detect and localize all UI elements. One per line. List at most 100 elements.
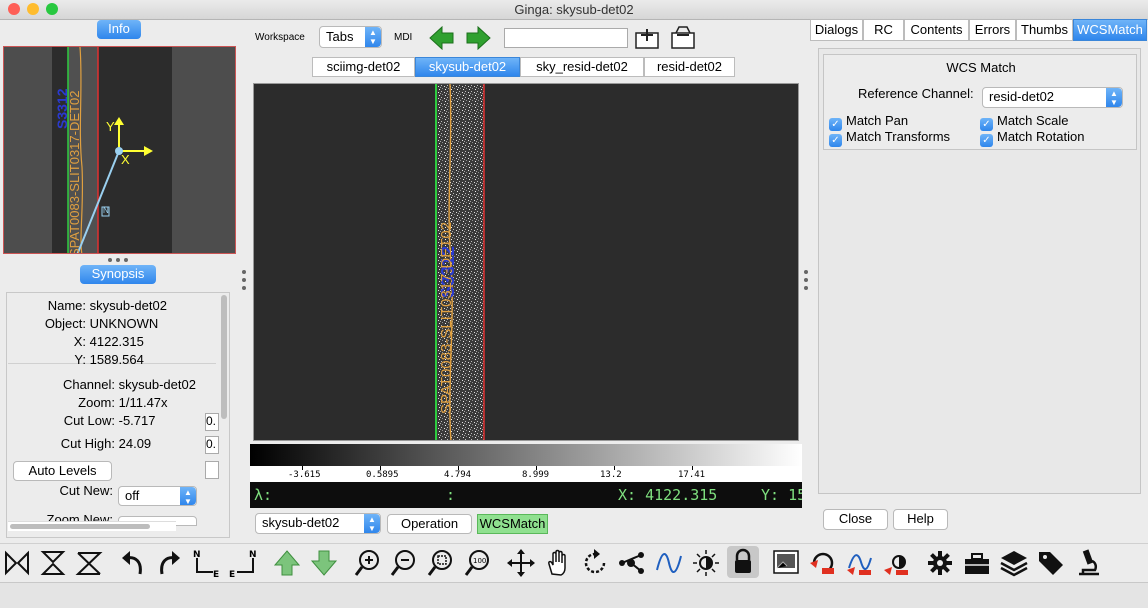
delete-channel-icon[interactable] bbox=[670, 25, 696, 51]
tab-wcsmatch[interactable]: WCSMatch bbox=[1073, 19, 1147, 41]
flip-y-icon[interactable] bbox=[38, 548, 68, 578]
right-splitter-handle[interactable] bbox=[803, 270, 809, 294]
next-channel-icon[interactable] bbox=[466, 26, 492, 50]
wcsmatch-plugin-button[interactable]: WCSMatch bbox=[477, 514, 548, 534]
channel-select[interactable]: skysub-det02 ▲ ▼ bbox=[255, 513, 381, 534]
trace-label-orange: SPAT0083-SLIT0317-DET02 bbox=[438, 221, 455, 414]
reference-channel-select[interactable]: resid-det02 ▲ ▼ bbox=[982, 87, 1123, 108]
name-value: skysub-det02 bbox=[89, 298, 167, 313]
hand-icon[interactable] bbox=[543, 548, 573, 578]
toolbox-icon[interactable] bbox=[962, 548, 992, 578]
image-viewer[interactable]: S3312 SPAT0083-SLIT0317-DET02 bbox=[253, 83, 799, 441]
horizontal-scrollbar[interactable] bbox=[8, 521, 176, 531]
zoom-value: 1/11.47x bbox=[118, 395, 168, 410]
rotate-left-icon[interactable] bbox=[118, 548, 148, 578]
colorbar-tick-label: 13.2 bbox=[600, 470, 622, 480]
operation-button[interactable]: Operation bbox=[387, 514, 472, 534]
match-transforms-label: Match Transforms bbox=[846, 129, 951, 144]
tab-rc[interactable]: RC bbox=[863, 19, 904, 41]
tab-skysub-det02[interactable]: skysub-det02 bbox=[415, 57, 520, 77]
zoom-out-icon[interactable] bbox=[389, 548, 419, 578]
tab-dialogs[interactable]: Dialogs bbox=[810, 19, 863, 41]
channel-select-value: skysub-det02 bbox=[262, 515, 340, 530]
channel-search-input[interactable] bbox=[504, 28, 628, 48]
gear-icon[interactable] bbox=[925, 548, 955, 578]
synopsis-tab[interactable]: Synopsis bbox=[80, 265, 156, 284]
tab-errors[interactable]: Errors bbox=[969, 19, 1016, 41]
contrast-curve-icon[interactable] bbox=[654, 548, 684, 578]
tab-contents[interactable]: Contents bbox=[904, 19, 969, 41]
lambda-readout: λ: bbox=[254, 486, 273, 504]
zoom-100-icon[interactable]: 100 bbox=[463, 548, 493, 578]
tab-thumbs[interactable]: Thumbs bbox=[1016, 19, 1073, 41]
add-channel-icon[interactable] bbox=[634, 25, 660, 51]
lock-button[interactable] bbox=[727, 546, 759, 578]
workspace-value: Tabs bbox=[326, 29, 354, 44]
x-readout: X: 4122.315 bbox=[618, 486, 718, 504]
cut-low-label: Cut Low: bbox=[63, 413, 115, 428]
object-label: Object: bbox=[44, 316, 86, 331]
readout-separator: : bbox=[446, 486, 456, 504]
reset-transform-icon[interactable] bbox=[808, 548, 838, 578]
title-bar: Ginga: skysub-det02 bbox=[0, 0, 1148, 20]
next-image-icon[interactable] bbox=[309, 548, 339, 578]
lock-icon bbox=[735, 548, 751, 573]
microscope-icon[interactable] bbox=[1073, 548, 1103, 578]
tab-sky-resid-det02[interactable]: sky_resid-det02 bbox=[520, 57, 644, 77]
checkmark-icon: ✓ bbox=[829, 134, 842, 147]
checkmark-icon: ✓ bbox=[980, 134, 993, 147]
cut-high-label: Cut High: bbox=[60, 436, 115, 451]
help-button[interactable]: Help bbox=[893, 509, 948, 530]
swap-xy-icon[interactable] bbox=[74, 548, 104, 578]
colorbar[interactable]: -3.615 0.5895 4.794 8.999 13.2 17.41 bbox=[250, 444, 802, 482]
prev-channel-icon[interactable] bbox=[428, 26, 454, 50]
rotate-free-icon[interactable] bbox=[580, 548, 610, 578]
cut-low-value: -5.717 bbox=[118, 413, 156, 428]
close-button[interactable]: Close bbox=[823, 509, 888, 530]
cut-low-field[interactable]: 0. bbox=[205, 413, 219, 431]
chevron-updown-icon: ▲ ▼ bbox=[1106, 88, 1122, 107]
left-splitter-handle[interactable] bbox=[241, 270, 247, 294]
cut-new-select[interactable]: off ▲ ▼ bbox=[118, 486, 197, 506]
reset-contrast-icon[interactable] bbox=[845, 548, 875, 578]
workspace-select[interactable]: Tabs ▲ ▼ bbox=[319, 26, 382, 48]
thumb-y-label: Y bbox=[106, 119, 115, 134]
colorbar-tick-label: 8.999 bbox=[522, 470, 550, 480]
vertical-scrollbar[interactable] bbox=[219, 295, 229, 535]
pan-icon[interactable] bbox=[506, 548, 536, 578]
channel-label: Channel: bbox=[62, 377, 115, 392]
synopsis-panel: Name: skysub-det02 Object: UNKNOWN X: 41… bbox=[6, 292, 230, 538]
chevron-updown-icon: ▲ ▼ bbox=[180, 487, 196, 506]
thumbnail-graphic bbox=[4, 47, 235, 253]
rotate-right-icon[interactable] bbox=[154, 548, 184, 578]
x-value: 4122.315 bbox=[89, 334, 144, 349]
info-tab[interactable]: Info bbox=[97, 20, 141, 39]
reset-colormap-icon[interactable] bbox=[882, 548, 912, 578]
y-value: 1589.564 bbox=[89, 352, 144, 367]
prev-image-icon[interactable] bbox=[272, 548, 302, 578]
flip-x-icon[interactable] bbox=[2, 548, 32, 578]
tab-sciimg-det02[interactable]: sciimg-det02 bbox=[312, 57, 415, 77]
pan-thumbnail[interactable]: Y X N S3312 SPAT0083-SLIT0317-DET02 bbox=[3, 46, 236, 254]
panel-splitter[interactable] bbox=[108, 257, 134, 263]
cursor-readout: λ: : X: 4122.315 Y: 1589.564 bbox=[250, 482, 802, 508]
tags-icon[interactable] bbox=[1036, 548, 1066, 578]
tab-resid-det02[interactable]: resid-det02 bbox=[644, 57, 735, 77]
match-rotation-checkbox[interactable]: ✓ Match Rotation bbox=[980, 129, 1084, 147]
colorbar-tick-label: 17.41 bbox=[678, 470, 706, 480]
auto-levels-extra-field[interactable] bbox=[205, 461, 219, 479]
zoom-in-icon[interactable] bbox=[353, 548, 383, 578]
colorbar-tick-label: 0.5895 bbox=[366, 470, 399, 480]
brightness-icon[interactable] bbox=[691, 548, 721, 578]
cut-high-field[interactable]: 0. bbox=[205, 436, 219, 454]
orient-ne-icon[interactable]: NE bbox=[191, 548, 221, 578]
distribution-icon[interactable] bbox=[617, 548, 647, 578]
save-image-icon[interactable] bbox=[771, 548, 801, 578]
chevron-updown-icon: ▲ ▼ bbox=[365, 27, 381, 47]
match-transforms-checkbox[interactable]: ✓ Match Transforms bbox=[829, 129, 950, 147]
orient-nw-icon[interactable]: NE bbox=[229, 548, 259, 578]
zoom-fit-icon[interactable] bbox=[426, 548, 456, 578]
channel-value: skysub-det02 bbox=[118, 377, 196, 392]
auto-levels-button[interactable]: Auto Levels bbox=[13, 461, 112, 481]
layers-icon[interactable] bbox=[999, 548, 1029, 578]
